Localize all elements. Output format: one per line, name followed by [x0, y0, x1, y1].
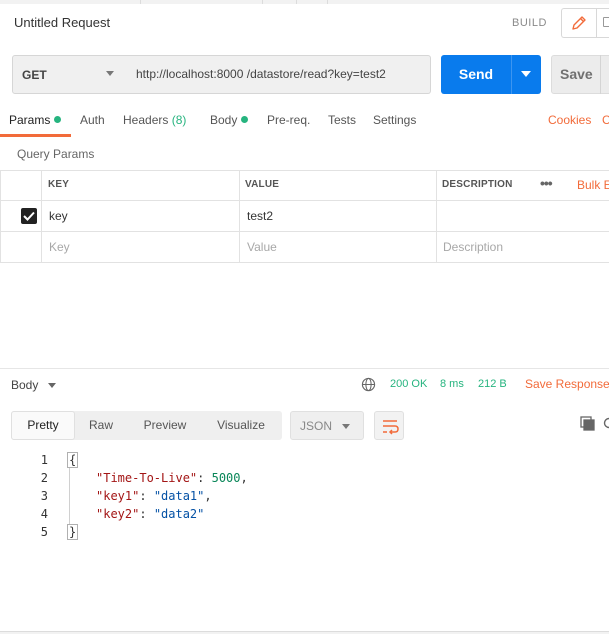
column-header-value: VALUE	[245, 179, 280, 190]
headers-count: (8)	[171, 113, 187, 127]
json-colon: :	[139, 507, 154, 521]
pane-divider[interactable]	[0, 368, 609, 369]
copy-icon[interactable]	[580, 416, 596, 432]
more-horizontal-icon[interactable]: •••	[540, 175, 553, 191]
line-number: 1	[40, 453, 48, 467]
tab-auth[interactable]: Auth	[80, 113, 105, 127]
json-colon: :	[197, 471, 212, 485]
save-divider	[600, 55, 601, 94]
column-divider	[436, 170, 437, 262]
params-active-dot	[54, 116, 62, 123]
code-line[interactable]: }	[67, 524, 79, 540]
url-value: http://localhost:8000 /datastore/read?ke…	[136, 67, 386, 81]
query-params-title: Query Params	[17, 147, 95, 161]
new-param-value-input[interactable]: Value	[247, 240, 277, 254]
line-number: 3	[40, 489, 48, 503]
tab-prereq[interactable]: Pre-req.	[267, 113, 310, 127]
json-value: 5000	[211, 471, 241, 485]
param-description-cell[interactable]	[443, 209, 603, 225]
table-border	[0, 231, 609, 232]
indent-guide	[69, 468, 70, 525]
table-left-border	[0, 170, 1, 262]
view-tab-visualize[interactable]: Visualize	[203, 411, 279, 440]
param-key-cell[interactable]: key	[49, 209, 68, 223]
bulk-edit-link[interactable]: Bulk E	[577, 178, 609, 192]
param-row-checkbox[interactable]	[21, 208, 37, 224]
tab-tests[interactable]: Tests	[328, 113, 356, 127]
json-close-brace: }	[67, 524, 79, 540]
tab-params-label: Params	[9, 113, 51, 127]
wrap-lines-icon	[383, 420, 399, 435]
json-comma: ,	[240, 471, 248, 485]
globe-icon[interactable]	[361, 377, 376, 392]
window-tab-strip	[0, 0, 609, 4]
code-link[interactable]: C	[602, 113, 609, 127]
active-tab-indicator	[0, 134, 71, 137]
tab-params[interactable]: Params	[9, 113, 62, 127]
json-key: "key2"	[96, 507, 140, 521]
chevron-down-icon	[106, 71, 114, 76]
code-line[interactable]: "Time-To-Live": 5000,	[96, 471, 248, 485]
tab-headers-label: Headers	[123, 113, 169, 127]
json-colon: :	[139, 489, 154, 503]
response-time[interactable]: 8 ms	[440, 378, 464, 390]
table-border	[0, 262, 609, 263]
view-tab-pretty[interactable]: Pretty	[11, 411, 75, 440]
line-number: 4	[40, 507, 48, 521]
tab-divider	[140, 0, 141, 4]
view-tab-raw[interactable]: Raw	[75, 411, 127, 440]
tab-headers[interactable]: Headers (8)	[123, 113, 186, 127]
tab-divider	[327, 0, 328, 4]
mode-divider	[596, 8, 597, 38]
json-key: "Time-To-Live"	[96, 471, 198, 485]
json-open-brace: {	[67, 452, 79, 468]
view-tab-preview[interactable]: Preview	[127, 411, 203, 440]
line-number: 2	[40, 471, 48, 485]
pencil-icon[interactable]	[570, 14, 588, 32]
tab-divider	[296, 0, 297, 4]
wrap-lines-button[interactable]	[374, 411, 404, 440]
json-key: "key1"	[96, 489, 140, 503]
new-param-key-input[interactable]: Key	[49, 240, 70, 254]
tab-body[interactable]: Body	[210, 113, 249, 127]
status-badge[interactable]: 200 OK	[390, 378, 427, 390]
column-divider	[239, 170, 240, 262]
tab-divider	[262, 0, 263, 4]
json-value: "data2"	[153, 507, 205, 521]
json-value: "data1"	[153, 489, 205, 503]
code-line[interactable]: {	[67, 452, 79, 468]
code-line[interactable]: "key1": "data1",	[96, 489, 212, 503]
table-border	[0, 200, 609, 201]
chevron-down-icon	[48, 383, 56, 388]
response-section-select[interactable]: Body	[11, 378, 38, 392]
check-icon	[23, 211, 35, 221]
save-response-button[interactable]: Save Response	[525, 377, 609, 391]
build-mode-label: BUILD	[512, 17, 547, 29]
line-number: 5	[40, 525, 48, 539]
new-param-description-input[interactable]: Description	[443, 240, 503, 254]
chevron-down-icon	[342, 424, 350, 429]
request-title[interactable]: Untitled Request	[14, 15, 110, 30]
document-icon[interactable]	[603, 17, 609, 27]
send-button[interactable]: Send	[441, 55, 511, 94]
table-border	[0, 170, 609, 171]
chevron-down-icon	[521, 71, 531, 77]
tab-settings[interactable]: Settings	[373, 113, 416, 127]
body-active-dot	[241, 116, 249, 123]
cookies-link[interactable]: Cookies	[548, 113, 591, 127]
search-icon[interactable]	[603, 417, 609, 431]
response-size[interactable]: 212 B	[478, 378, 507, 390]
column-header-key: KEY	[48, 179, 70, 190]
code-line[interactable]: "key2": "data2"	[96, 507, 204, 521]
tab-body-label: Body	[210, 113, 238, 127]
column-header-description: DESCRIPTION	[442, 179, 513, 190]
format-value: JSON	[300, 419, 333, 433]
param-value-cell[interactable]: test2	[247, 209, 273, 223]
json-comma: ,	[204, 489, 212, 503]
column-divider	[41, 170, 42, 262]
method-value: GET	[22, 68, 47, 82]
